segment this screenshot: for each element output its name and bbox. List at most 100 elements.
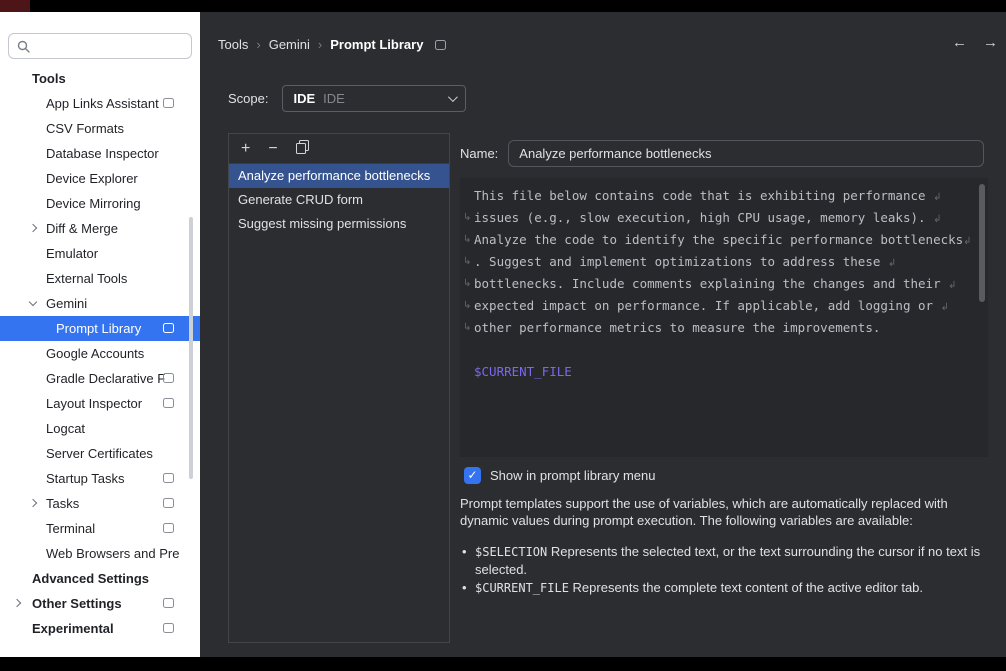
- sidebar-item-other-settings[interactable]: Other Settings: [0, 591, 200, 616]
- editor-line-text: . Suggest and implement optimizations to…: [474, 254, 888, 269]
- breadcrumb-tools[interactable]: Tools: [218, 37, 248, 52]
- sidebar-item-logcat[interactable]: Logcat: [0, 416, 200, 441]
- scope-label: Scope:: [228, 91, 268, 106]
- variable-list-item: $SELECTION Represents the selected text,…: [462, 543, 984, 578]
- remove-prompt-button[interactable]: −: [268, 141, 277, 157]
- search-input[interactable]: [36, 39, 183, 54]
- sidebar-item-gemini[interactable]: Gemini: [0, 291, 200, 316]
- chevron-right-icon[interactable]: [29, 499, 37, 507]
- sidebar-item-google-accounts[interactable]: Google Accounts: [0, 341, 200, 366]
- sidebar-item-label: Advanced Settings: [32, 571, 149, 586]
- history-navigation: ← →: [952, 34, 998, 51]
- sidebar-item-label: Layout Inspector: [46, 396, 142, 411]
- variable-description: Represents the selected text, or the tex…: [475, 544, 980, 577]
- show-in-menu-checkbox[interactable]: ✓: [464, 467, 481, 484]
- soft-wrap-icon: ↲: [941, 302, 949, 313]
- variable-name: $CURRENT_FILE: [475, 581, 569, 595]
- chevron-right-icon[interactable]: [13, 599, 21, 607]
- sidebar-item-label: Emulator: [46, 246, 98, 261]
- prompt-list-item[interactable]: Suggest missing permissions: [229, 212, 449, 236]
- duplicate-prompt-button[interactable]: [296, 140, 308, 157]
- sidebar-item-server-certificates[interactable]: Server Certificates: [0, 441, 200, 466]
- editor-line-text: [474, 342, 482, 357]
- sidebar-item-label: Device Mirroring: [46, 196, 141, 211]
- editor-line: This file below contains code that is ex…: [474, 185, 974, 207]
- breadcrumb-gemini[interactable]: Gemini: [269, 37, 310, 52]
- breadcrumb-separator-icon: ›: [256, 37, 260, 52]
- sidebar-item-startup-tasks[interactable]: Startup Tasks: [0, 466, 200, 491]
- sidebar-item-label: App Links Assistant: [46, 96, 159, 111]
- variables-description: Prompt templates support the use of vari…: [460, 495, 984, 529]
- bottombar: [0, 657, 1006, 671]
- sidebar-item-label: Other Settings: [32, 596, 122, 611]
- forward-button[interactable]: →: [983, 34, 998, 51]
- editor-scrollbar[interactable]: [979, 184, 985, 302]
- sidebar-item-gradle-declarative-f[interactable]: Gradle Declarative F: [0, 366, 200, 391]
- sidebar-item-csv-formats[interactable]: CSV Formats: [0, 116, 200, 141]
- soft-wrap-icon: ↳: [463, 273, 471, 295]
- chevron-down-icon: [448, 92, 458, 102]
- sidebar-item-external-tools[interactable]: External Tools: [0, 266, 200, 291]
- settings-window: Tools App Links Assistant CSV Formats Datab…: [0, 0, 1006, 671]
- ide-settings-icon: [163, 598, 174, 608]
- soft-wrap-icon: ↲: [933, 192, 941, 203]
- sidebar-scrollbar[interactable]: [189, 217, 193, 479]
- chevron-down-icon[interactable]: [29, 298, 37, 306]
- sidebar-item-label: Gradle Declarative F: [46, 371, 165, 386]
- sidebar-item-device-explorer[interactable]: Device Explorer: [0, 166, 200, 191]
- prompt-name-input[interactable]: [508, 140, 984, 167]
- sidebar-item-tools[interactable]: Tools: [0, 66, 200, 91]
- titlebar: [0, 0, 1006, 12]
- ide-settings-icon: [163, 98, 174, 108]
- variable-description: Represents the complete text content of …: [569, 580, 923, 595]
- breadcrumb-prompt-library: Prompt Library: [330, 37, 423, 52]
- ide-settings-icon: [163, 523, 174, 533]
- prompt-list-item[interactable]: Analyze performance bottlenecks: [229, 164, 449, 188]
- settings-content: Tools › Gemini › Prompt Library ← → Scop…: [200, 12, 1006, 657]
- scope-hint: IDE: [323, 91, 345, 106]
- sidebar-item-label: Server Certificates: [46, 446, 153, 461]
- sidebar-item-label: Tools: [32, 71, 66, 86]
- soft-wrap-icon: ↲: [888, 258, 896, 269]
- sidebar-item-label: Startup Tasks: [46, 471, 125, 486]
- add-prompt-button[interactable]: +: [241, 141, 250, 157]
- prompt-list-item[interactable]: Generate CRUD form: [229, 188, 449, 212]
- editor-line: ↳Analyze the code to identify the specif…: [474, 229, 974, 251]
- search-box[interactable]: [8, 33, 192, 59]
- sidebar-item-label: Logcat: [46, 421, 85, 436]
- sidebar-item-emulator[interactable]: Emulator: [0, 241, 200, 266]
- variable-list-item: $CURRENT_FILE Represents the complete te…: [462, 579, 984, 597]
- sidebar-item-label: Web Browsers and Pre: [46, 546, 179, 561]
- back-button[interactable]: ←: [952, 34, 967, 51]
- scope-value: IDE: [293, 91, 315, 106]
- sidebar-item-web-browsers-and-pre[interactable]: Web Browsers and Pre: [0, 541, 200, 566]
- ide-settings-icon: [163, 498, 174, 508]
- prompt-editor-lines: This file below contains code that is ex…: [474, 185, 974, 383]
- prompt-editor[interactable]: This file below contains code that is ex…: [460, 178, 988, 457]
- sidebar-item-tasks[interactable]: Tasks: [0, 491, 200, 516]
- scope-select[interactable]: IDE IDE: [282, 85, 466, 112]
- sidebar-item-label: Prompt Library: [56, 321, 141, 336]
- sidebar-item-app-links-assistant[interactable]: App Links Assistant: [0, 91, 200, 116]
- sidebar-item-advanced-settings[interactable]: Advanced Settings: [0, 566, 200, 591]
- sidebar-item-label: Experimental: [32, 621, 114, 636]
- variables-list: $SELECTION Represents the selected text,…: [462, 543, 984, 598]
- name-label: Name:: [460, 146, 498, 161]
- editor-line: ↳issues (e.g., slow execution, high CPU …: [474, 207, 974, 229]
- soft-wrap-icon: ↳: [463, 207, 471, 229]
- sidebar-item-label: Gemini: [46, 296, 87, 311]
- show-in-menu-label: Show in prompt library menu: [490, 468, 655, 483]
- sidebar-item-device-mirroring[interactable]: Device Mirroring: [0, 191, 200, 216]
- editor-line-text: $CURRENT_FILE: [474, 364, 572, 379]
- soft-wrap-icon: ↲: [963, 236, 971, 247]
- breadcrumb: Tools › Gemini › Prompt Library: [218, 37, 446, 52]
- sidebar-item-layout-inspector[interactable]: Layout Inspector: [0, 391, 200, 416]
- copy-icon: [296, 140, 308, 153]
- sidebar-item-terminal[interactable]: Terminal: [0, 516, 200, 541]
- sidebar-item-label: Database Inspector: [46, 146, 159, 161]
- chevron-right-icon[interactable]: [29, 224, 37, 232]
- sidebar-item-diff-merge[interactable]: Diff & Merge: [0, 216, 200, 241]
- sidebar-item-prompt-library[interactable]: Prompt Library: [0, 316, 200, 341]
- sidebar-item-experimental[interactable]: Experimental: [0, 616, 200, 641]
- sidebar-item-database-inspector[interactable]: Database Inspector: [0, 141, 200, 166]
